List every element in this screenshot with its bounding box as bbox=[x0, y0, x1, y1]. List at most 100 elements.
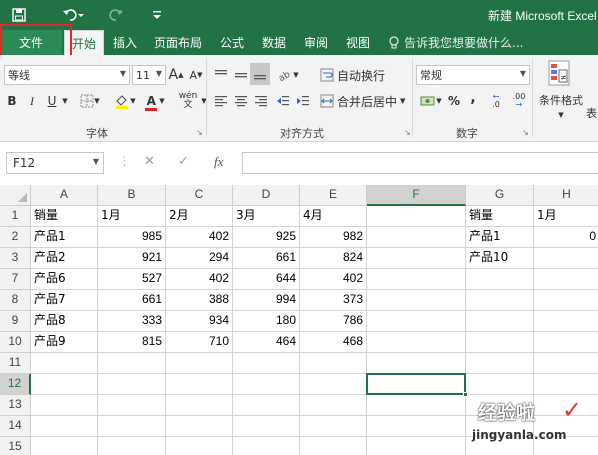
cell-c2[interactable]: 402 bbox=[166, 227, 233, 248]
cell-d10[interactable]: 464 bbox=[233, 332, 300, 353]
row-header[interactable]: 14 bbox=[0, 416, 31, 437]
column-header-e[interactable]: E bbox=[300, 185, 367, 206]
merge-center-button[interactable]: 合并后居中 ▼ bbox=[320, 91, 410, 111]
tab-file[interactable]: 文件 bbox=[0, 30, 62, 55]
cell-a3[interactable]: 产品2 bbox=[31, 248, 98, 269]
cell-e10[interactable]: 468 bbox=[300, 332, 367, 353]
font-name-select[interactable]: 等线 ▼ bbox=[4, 65, 130, 85]
cell-g9[interactable] bbox=[466, 311, 534, 332]
font-size-select[interactable]: 11 ▼ bbox=[132, 65, 166, 85]
tab-insert[interactable]: 插入 bbox=[106, 30, 144, 55]
name-box[interactable]: F12 ▼ bbox=[6, 152, 104, 174]
row-header[interactable]: 15 bbox=[0, 437, 31, 455]
cell-h9[interactable] bbox=[534, 311, 598, 332]
cell-b12[interactable] bbox=[98, 374, 166, 395]
cell-h2[interactable]: 0 bbox=[534, 227, 598, 248]
tab-home[interactable]: 开始 bbox=[64, 30, 104, 55]
cell-e15[interactable] bbox=[300, 437, 367, 455]
font-color-button[interactable]: A ▼ bbox=[142, 91, 168, 111]
undo-icon[interactable] bbox=[58, 4, 88, 26]
align-top-button[interactable] bbox=[212, 65, 230, 85]
decrease-indent-button[interactable] bbox=[274, 91, 292, 111]
cell-f7[interactable] bbox=[367, 269, 466, 290]
wrap-text-button[interactable]: 自动换行 bbox=[320, 65, 392, 85]
save-icon[interactable] bbox=[8, 4, 30, 26]
increase-indent-button[interactable] bbox=[294, 91, 312, 111]
format-as-table-button[interactable]: 表 bbox=[586, 103, 598, 123]
cell-e9[interactable]: 786 bbox=[300, 311, 367, 332]
decrease-decimal-button[interactable]: .00 → bbox=[508, 91, 530, 111]
cell-c12[interactable] bbox=[166, 374, 233, 395]
cell-e14[interactable] bbox=[300, 416, 367, 437]
cell-a10[interactable]: 产品9 bbox=[31, 332, 98, 353]
row-header[interactable]: 13 bbox=[0, 395, 31, 416]
cell-a9[interactable]: 产品8 bbox=[31, 311, 98, 332]
cell-e2[interactable]: 982 bbox=[300, 227, 367, 248]
cell-a7[interactable]: 产品6 bbox=[31, 269, 98, 290]
cell-b15[interactable] bbox=[98, 437, 166, 455]
cell-g3[interactable]: 产品10 bbox=[466, 248, 534, 269]
comma-button[interactable]: , bbox=[466, 88, 480, 108]
cell-c9[interactable]: 934 bbox=[166, 311, 233, 332]
cell-d11[interactable] bbox=[233, 353, 300, 374]
column-header-c[interactable]: C bbox=[166, 185, 233, 206]
row-header[interactable]: 8 bbox=[0, 290, 31, 311]
cell-f15[interactable] bbox=[367, 437, 466, 455]
cell-a8[interactable]: 产品7 bbox=[31, 290, 98, 311]
cell-b2[interactable]: 985 bbox=[98, 227, 166, 248]
fill-color-button[interactable]: ▼ bbox=[112, 91, 138, 111]
cell-a11[interactable] bbox=[31, 353, 98, 374]
cell-d3[interactable]: 661 bbox=[233, 248, 300, 269]
cell-f2[interactable] bbox=[367, 227, 466, 248]
tab-data[interactable]: 数据 bbox=[254, 30, 294, 55]
dialog-launcher-icon[interactable]: ↘ bbox=[522, 128, 529, 137]
borders-button[interactable]: ▼ bbox=[78, 91, 102, 111]
dialog-launcher-icon[interactable]: ↘ bbox=[404, 128, 411, 137]
cell-f8[interactable] bbox=[367, 290, 466, 311]
cell-a12[interactable] bbox=[31, 374, 98, 395]
percent-button[interactable]: % bbox=[446, 91, 462, 111]
cell-a15[interactable] bbox=[31, 437, 98, 455]
cell-e1[interactable]: 4月 bbox=[300, 206, 367, 227]
cell-g12[interactable] bbox=[466, 374, 534, 395]
cell-d14[interactable] bbox=[233, 416, 300, 437]
cell-a14[interactable] bbox=[31, 416, 98, 437]
bold-button[interactable]: B bbox=[4, 91, 20, 111]
confirm-entry-icon[interactable]: ✓ bbox=[178, 154, 189, 169]
tab-view[interactable]: 视图 bbox=[338, 30, 378, 55]
cell-c1[interactable]: 2月 bbox=[166, 206, 233, 227]
cell-b13[interactable] bbox=[98, 395, 166, 416]
column-header-g[interactable]: G bbox=[466, 185, 534, 206]
cell-f14[interactable] bbox=[367, 416, 466, 437]
cell-g10[interactable] bbox=[466, 332, 534, 353]
column-header-h[interactable]: H bbox=[534, 185, 598, 206]
cell-d8[interactable]: 994 bbox=[233, 290, 300, 311]
tell-me-box[interactable]: 告诉我您想要做什么... bbox=[388, 30, 523, 55]
cell-b8[interactable]: 661 bbox=[98, 290, 166, 311]
row-header[interactable]: 11 bbox=[0, 353, 31, 374]
cell-b14[interactable] bbox=[98, 416, 166, 437]
cell-e12[interactable] bbox=[300, 374, 367, 395]
cell-g7[interactable] bbox=[466, 269, 534, 290]
cell-f3[interactable] bbox=[367, 248, 466, 269]
redo-icon[interactable] bbox=[104, 4, 134, 26]
cell-c7[interactable]: 402 bbox=[166, 269, 233, 290]
column-header-f[interactable]: F bbox=[367, 185, 466, 206]
cell-d9[interactable]: 180 bbox=[233, 311, 300, 332]
cell-c13[interactable] bbox=[166, 395, 233, 416]
cell-a1[interactable]: 销量 bbox=[31, 206, 98, 227]
select-all-button[interactable] bbox=[0, 185, 31, 206]
cell-e8[interactable]: 373 bbox=[300, 290, 367, 311]
cell-b11[interactable] bbox=[98, 353, 166, 374]
cell-a13[interactable] bbox=[31, 395, 98, 416]
cell-c3[interactable]: 294 bbox=[166, 248, 233, 269]
cell-b1[interactable]: 1月 bbox=[98, 206, 166, 227]
tab-review[interactable]: 审阅 bbox=[296, 30, 336, 55]
cell-d1[interactable]: 3月 bbox=[233, 206, 300, 227]
cell-h3[interactable] bbox=[534, 248, 598, 269]
cell-f9[interactable] bbox=[367, 311, 466, 332]
row-header[interactable]: 10 bbox=[0, 332, 31, 353]
cell-a2[interactable]: 产品1 bbox=[31, 227, 98, 248]
orientation-button[interactable]: ab ▼ bbox=[276, 65, 300, 85]
tab-formulas[interactable]: 公式 bbox=[212, 30, 252, 55]
